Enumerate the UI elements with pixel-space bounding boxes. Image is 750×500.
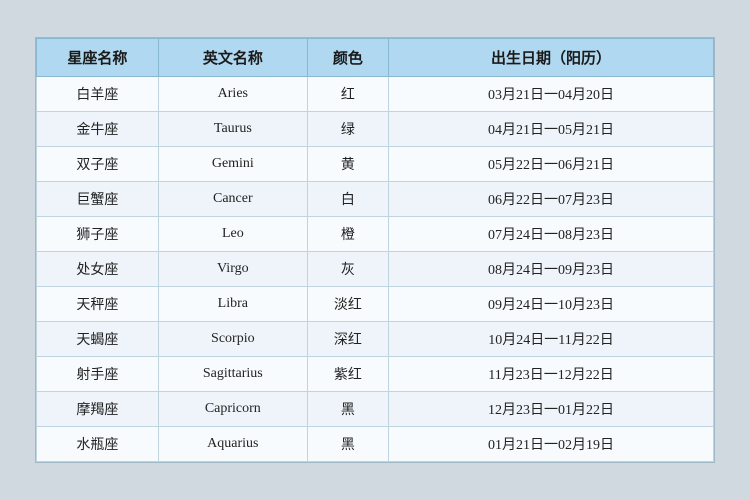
cell-date: 04月21日一05月21日 <box>389 112 714 147</box>
table-row: 金牛座Taurus绿04月21日一05月21日 <box>37 112 714 147</box>
cell-chinese: 摩羯座 <box>37 392 159 427</box>
table-row: 巨蟹座Cancer白06月22日一07月23日 <box>37 182 714 217</box>
cell-english: Leo <box>158 217 307 252</box>
cell-english: Aquarius <box>158 427 307 462</box>
cell-color: 淡红 <box>307 287 388 322</box>
cell-date: 06月22日一07月23日 <box>389 182 714 217</box>
table-row: 摩羯座Capricorn黑12月23日一01月22日 <box>37 392 714 427</box>
zodiac-table: 星座名称 英文名称 颜色 出生日期（阳历） 白羊座Aries红03月21日一04… <box>36 38 714 462</box>
table-body: 白羊座Aries红03月21日一04月20日金牛座Taurus绿04月21日一0… <box>37 77 714 462</box>
table-row: 双子座Gemini黄05月22日一06月21日 <box>37 147 714 182</box>
table-row: 白羊座Aries红03月21日一04月20日 <box>37 77 714 112</box>
cell-english: Cancer <box>158 182 307 217</box>
header-chinese: 星座名称 <box>37 39 159 77</box>
cell-date: 05月22日一06月21日 <box>389 147 714 182</box>
cell-chinese: 射手座 <box>37 357 159 392</box>
cell-chinese: 天秤座 <box>37 287 159 322</box>
cell-chinese: 白羊座 <box>37 77 159 112</box>
cell-english: Sagittarius <box>158 357 307 392</box>
cell-chinese: 狮子座 <box>37 217 159 252</box>
cell-english: Libra <box>158 287 307 322</box>
cell-english: Gemini <box>158 147 307 182</box>
cell-date: 07月24日一08月23日 <box>389 217 714 252</box>
cell-color: 红 <box>307 77 388 112</box>
zodiac-table-container: 星座名称 英文名称 颜色 出生日期（阳历） 白羊座Aries红03月21日一04… <box>35 37 715 463</box>
table-row: 天秤座Libra淡红09月24日一10月23日 <box>37 287 714 322</box>
header-date: 出生日期（阳历） <box>389 39 714 77</box>
table-header-row: 星座名称 英文名称 颜色 出生日期（阳历） <box>37 39 714 77</box>
cell-color: 黑 <box>307 427 388 462</box>
table-row: 射手座Sagittarius紫红11月23日一12月22日 <box>37 357 714 392</box>
cell-date: 09月24日一10月23日 <box>389 287 714 322</box>
cell-chinese: 水瓶座 <box>37 427 159 462</box>
cell-date: 11月23日一12月22日 <box>389 357 714 392</box>
cell-date: 03月21日一04月20日 <box>389 77 714 112</box>
table-row: 处女座Virgo灰08月24日一09月23日 <box>37 252 714 287</box>
cell-color: 橙 <box>307 217 388 252</box>
cell-english: Aries <box>158 77 307 112</box>
cell-chinese: 双子座 <box>37 147 159 182</box>
table-row: 狮子座Leo橙07月24日一08月23日 <box>37 217 714 252</box>
cell-color: 白 <box>307 182 388 217</box>
table-row: 天蝎座Scorpio深红10月24日一11月22日 <box>37 322 714 357</box>
cell-date: 10月24日一11月22日 <box>389 322 714 357</box>
cell-english: Taurus <box>158 112 307 147</box>
cell-chinese: 金牛座 <box>37 112 159 147</box>
cell-date: 12月23日一01月22日 <box>389 392 714 427</box>
cell-color: 绿 <box>307 112 388 147</box>
header-color: 颜色 <box>307 39 388 77</box>
header-english: 英文名称 <box>158 39 307 77</box>
cell-date: 08月24日一09月23日 <box>389 252 714 287</box>
cell-date: 01月21日一02月19日 <box>389 427 714 462</box>
cell-color: 黑 <box>307 392 388 427</box>
cell-english: Capricorn <box>158 392 307 427</box>
cell-english: Scorpio <box>158 322 307 357</box>
cell-color: 深红 <box>307 322 388 357</box>
table-row: 水瓶座Aquarius黑01月21日一02月19日 <box>37 427 714 462</box>
cell-chinese: 天蝎座 <box>37 322 159 357</box>
cell-color: 灰 <box>307 252 388 287</box>
cell-english: Virgo <box>158 252 307 287</box>
cell-chinese: 巨蟹座 <box>37 182 159 217</box>
cell-color: 黄 <box>307 147 388 182</box>
cell-color: 紫红 <box>307 357 388 392</box>
cell-chinese: 处女座 <box>37 252 159 287</box>
